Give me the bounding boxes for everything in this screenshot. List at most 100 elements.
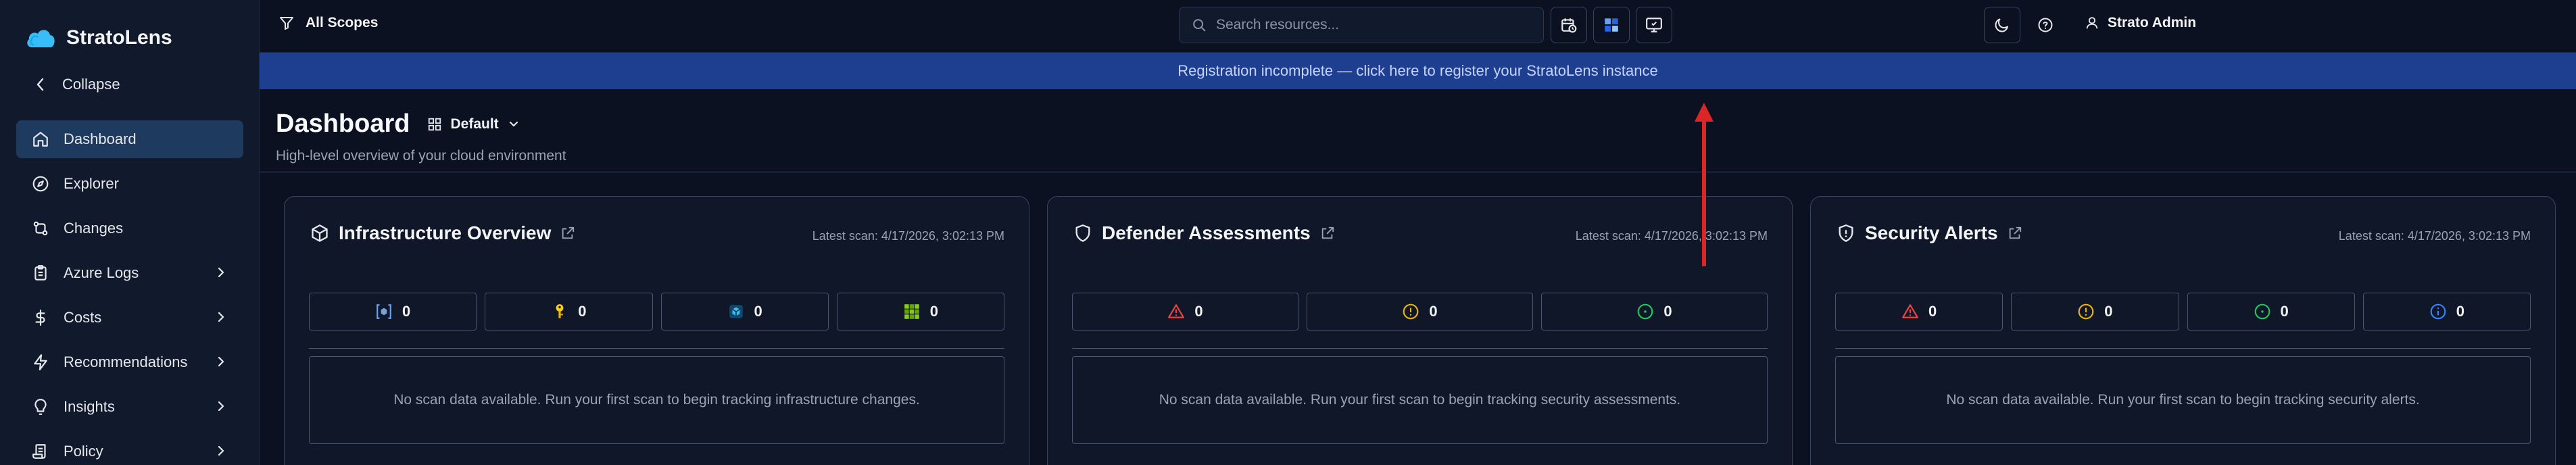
search-input[interactable] [1216, 17, 1527, 33]
stat-medium-severity[interactable]: 0 [1307, 293, 1533, 331]
empty-state-text: No scan data available. Run your first s… [393, 392, 920, 408]
package-icon [312, 224, 328, 242]
card-title: Infrastructure Overview [339, 222, 552, 243]
external-link-icon[interactable] [1320, 226, 1335, 241]
external-link-icon[interactable] [2008, 226, 2022, 241]
help-circle-icon [2038, 18, 2053, 32]
sidebar-item-azure-logs[interactable]: Azure Logs [16, 254, 243, 292]
dashboard-cards: Infrastructure Overview Latest scan: 4/1… [284, 196, 2556, 465]
stat-low-severity[interactable]: 0 [1541, 293, 1768, 331]
stat-virtual-machines[interactable]: 0 [660, 293, 829, 331]
azure-portal-button[interactable] [1593, 7, 1630, 43]
sidebar-item-changes[interactable]: Changes [16, 210, 243, 247]
chevron-right-icon [218, 312, 224, 322]
layout-grid-icon [429, 118, 441, 130]
external-link-icon[interactable] [560, 226, 575, 241]
collapse-button[interactable]: Collapse [34, 76, 120, 93]
card-title: Security Alerts [1865, 222, 1998, 243]
stat-value: 0 [929, 303, 938, 320]
dollar-icon [31, 308, 50, 327]
card-header: Defender Assessments [1073, 222, 1335, 244]
lightbulb-icon [31, 397, 50, 416]
cloud-logo-icon [27, 30, 55, 47]
sidebar-item-label: Explorer [64, 175, 119, 192]
latest-scan-text: Latest scan: 4/17/2026, 3:02:13 PM [1575, 229, 1768, 243]
sidebar-nav: Dashboard Explorer Changes Azure Logs Co… [16, 120, 243, 465]
defender-assessments-card: Defender Assessments Latest scan: 4/17/2… [1047, 196, 1793, 465]
stat-value: 0 [1429, 303, 1438, 320]
chevron-right-icon [218, 401, 224, 412]
page-subtitle: High-level overview of your cloud enviro… [276, 148, 566, 164]
chevron-right-icon [218, 267, 224, 278]
page-title: Dashboard [276, 109, 410, 138]
sidebar-item-explorer[interactable]: Explorer [16, 165, 243, 203]
sidebar-item-label: Azure Logs [64, 264, 139, 281]
theme-toggle-button[interactable] [1984, 7, 2020, 43]
search-box[interactable] [1179, 7, 1544, 43]
stat-value: 0 [2104, 303, 2113, 320]
user-icon [2086, 17, 2098, 29]
scope-filter-button[interactable]: All Scopes [278, 15, 378, 31]
moon-icon [1995, 18, 2008, 32]
security-alerts-card: Security Alerts Latest scan: 4/17/2026, … [1810, 196, 2556, 465]
grid-icon [904, 304, 919, 319]
circle-alert-icon [2078, 303, 2094, 320]
stat-value: 0 [2280, 303, 2289, 320]
stat-high-alerts[interactable]: 0 [1835, 293, 2003, 331]
stat-informational-alerts[interactable]: 0 [2362, 293, 2531, 331]
scope-label: All Scopes [306, 15, 379, 30]
circle-check-icon [2254, 303, 2270, 320]
calendar-scan-button[interactable] [1551, 7, 1587, 43]
topbar: All Scopes Strato A [260, 0, 2576, 53]
main-content: All Scopes Strato A [260, 0, 2576, 465]
sidebar-item-policy[interactable]: Policy [16, 433, 243, 465]
help-button[interactable] [2034, 14, 2057, 36]
stat-value: 0 [402, 303, 411, 320]
home-icon [31, 130, 50, 149]
shield-icon [1075, 224, 1090, 242]
calendar-clock-icon [1561, 18, 1577, 33]
brand[interactable]: StratoLens [24, 24, 172, 51]
azure-tiles-icon [1605, 18, 1618, 32]
card-divider [309, 348, 1004, 349]
registration-banner[interactable]: Registration incomplete — click here to … [260, 53, 2576, 89]
empty-state-text: No scan data available. Run your first s… [1159, 392, 1681, 408]
sidebar-item-label: Insights [64, 398, 115, 415]
display-settings-button[interactable] [1636, 7, 1672, 43]
user-name: Strato Admin [2108, 15, 2197, 30]
chevron-right-icon [218, 445, 224, 456]
latest-scan-text: Latest scan: 4/17/2026, 3:02:13 PM [2338, 229, 2531, 243]
sidebar-item-dashboard[interactable]: Dashboard [16, 120, 243, 158]
sidebar-item-label: Recommendations [64, 353, 188, 370]
chevron-left-icon [37, 78, 44, 91]
card-divider [1072, 348, 1768, 349]
brand-name: StratoLens [66, 26, 172, 49]
search-icon [1193, 19, 1206, 32]
stat-medium-alerts[interactable]: 0 [2011, 293, 2179, 331]
git-compare-icon [31, 219, 50, 238]
stat-resource-groups[interactable]: 0 [309, 293, 477, 331]
stat-resources-grid[interactable]: 0 [836, 293, 1004, 331]
stats-row: 0 0 0 0 [1835, 293, 2531, 331]
stat-high-severity[interactable]: 0 [1072, 293, 1298, 331]
circle-check-icon [1638, 303, 1653, 320]
latest-scan-text: Latest scan: 4/17/2026, 3:02:13 PM [812, 229, 1004, 243]
sidebar-item-insights[interactable]: Insights [16, 388, 243, 426]
card-title: Defender Assessments [1102, 222, 1311, 243]
sidebar-item-label: Changes [64, 220, 124, 237]
layout-select[interactable]: Default [427, 116, 520, 132]
app-root: StratoLens Collapse Dashboard Explorer C… [0, 0, 2576, 465]
stat-value: 0 [754, 303, 762, 320]
resource-group-icon [376, 304, 391, 319]
stats-row: 0 0 0 [1072, 293, 1768, 331]
stat-keys[interactable]: 0 [485, 293, 653, 331]
user-menu[interactable]: Strato Admin [2085, 15, 2196, 31]
sidebar-item-costs[interactable]: Costs [16, 299, 243, 337]
sidebar: StratoLens Collapse Dashboard Explorer C… [0, 0, 260, 465]
card-header: Infrastructure Overview [310, 222, 575, 244]
stats-row: 0 0 0 0 [309, 293, 1004, 331]
sidebar-item-recommendations[interactable]: Recommendations [16, 343, 243, 381]
zap-icon [31, 353, 50, 372]
scroll-icon [31, 442, 50, 461]
stat-low-alerts[interactable]: 0 [2187, 293, 2355, 331]
